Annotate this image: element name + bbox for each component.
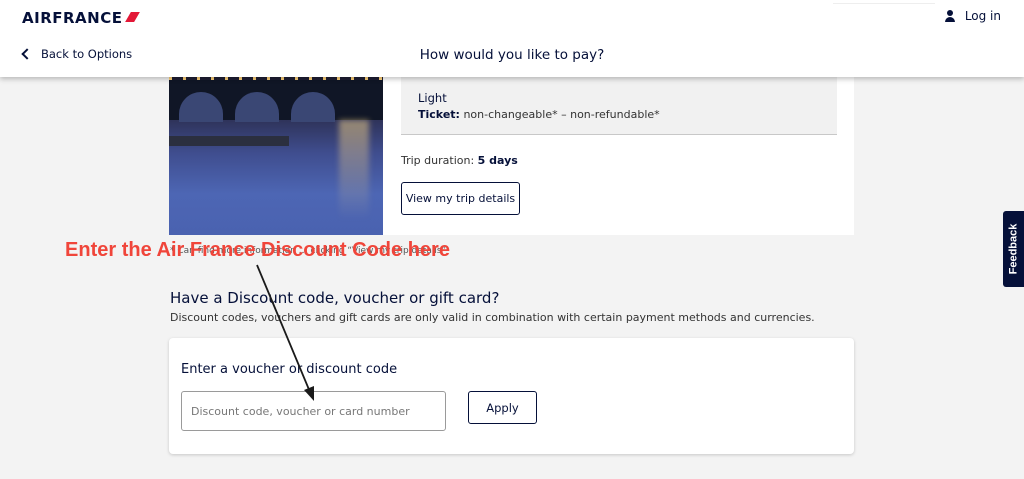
ticket-value: non-changeable* – non-refundable*	[463, 108, 660, 121]
fare-ticket-conditions: Ticket: non-changeable* – non-refundable…	[418, 108, 660, 121]
divider	[833, 3, 935, 4]
logo-slash-icon	[125, 12, 141, 22]
login-label: Log in	[964, 9, 1001, 23]
feedback-tab[interactable]: Feedback	[1003, 211, 1024, 287]
discount-section-subtitle: Discount codes, vouchers and gift cards …	[170, 311, 815, 324]
annotation-text: Enter the Air France Discount Code here	[65, 239, 450, 261]
trip-summary-card: Light Ticket: non-changeable* – non-refu…	[169, 70, 854, 235]
discount-code-input[interactable]	[181, 391, 446, 431]
view-trip-details-button[interactable]: View my trip details	[401, 182, 520, 215]
airfrance-logo[interactable]: AIRFRANCE	[22, 9, 141, 27]
page-title: How would you like to pay?	[419, 47, 605, 63]
top-header: AIRFRANCE Log in Back to Options How wou…	[0, 0, 1024, 77]
discount-input-label: Enter a voucher or discount code	[181, 362, 398, 377]
logo-text: AIRFRANCE	[22, 9, 123, 27]
user-icon	[944, 10, 955, 22]
discount-card: Enter a voucher or discount code Apply	[169, 338, 854, 454]
fare-name: Light	[418, 91, 447, 105]
fare-box: Light Ticket: non-changeable* – non-refu…	[401, 70, 837, 135]
duration-value: 5 days	[477, 154, 518, 167]
apply-button[interactable]: Apply	[468, 391, 537, 424]
ticket-label: Ticket:	[418, 108, 460, 121]
login-button[interactable]: Log in	[944, 9, 1001, 23]
feedback-label: Feedback	[1007, 223, 1020, 275]
trip-duration: Trip duration: 5 days	[401, 154, 518, 167]
discount-section-title: Have a Discount code, voucher or gift ca…	[170, 289, 500, 307]
destination-photo	[169, 70, 383, 235]
duration-label: Trip duration:	[401, 154, 475, 167]
